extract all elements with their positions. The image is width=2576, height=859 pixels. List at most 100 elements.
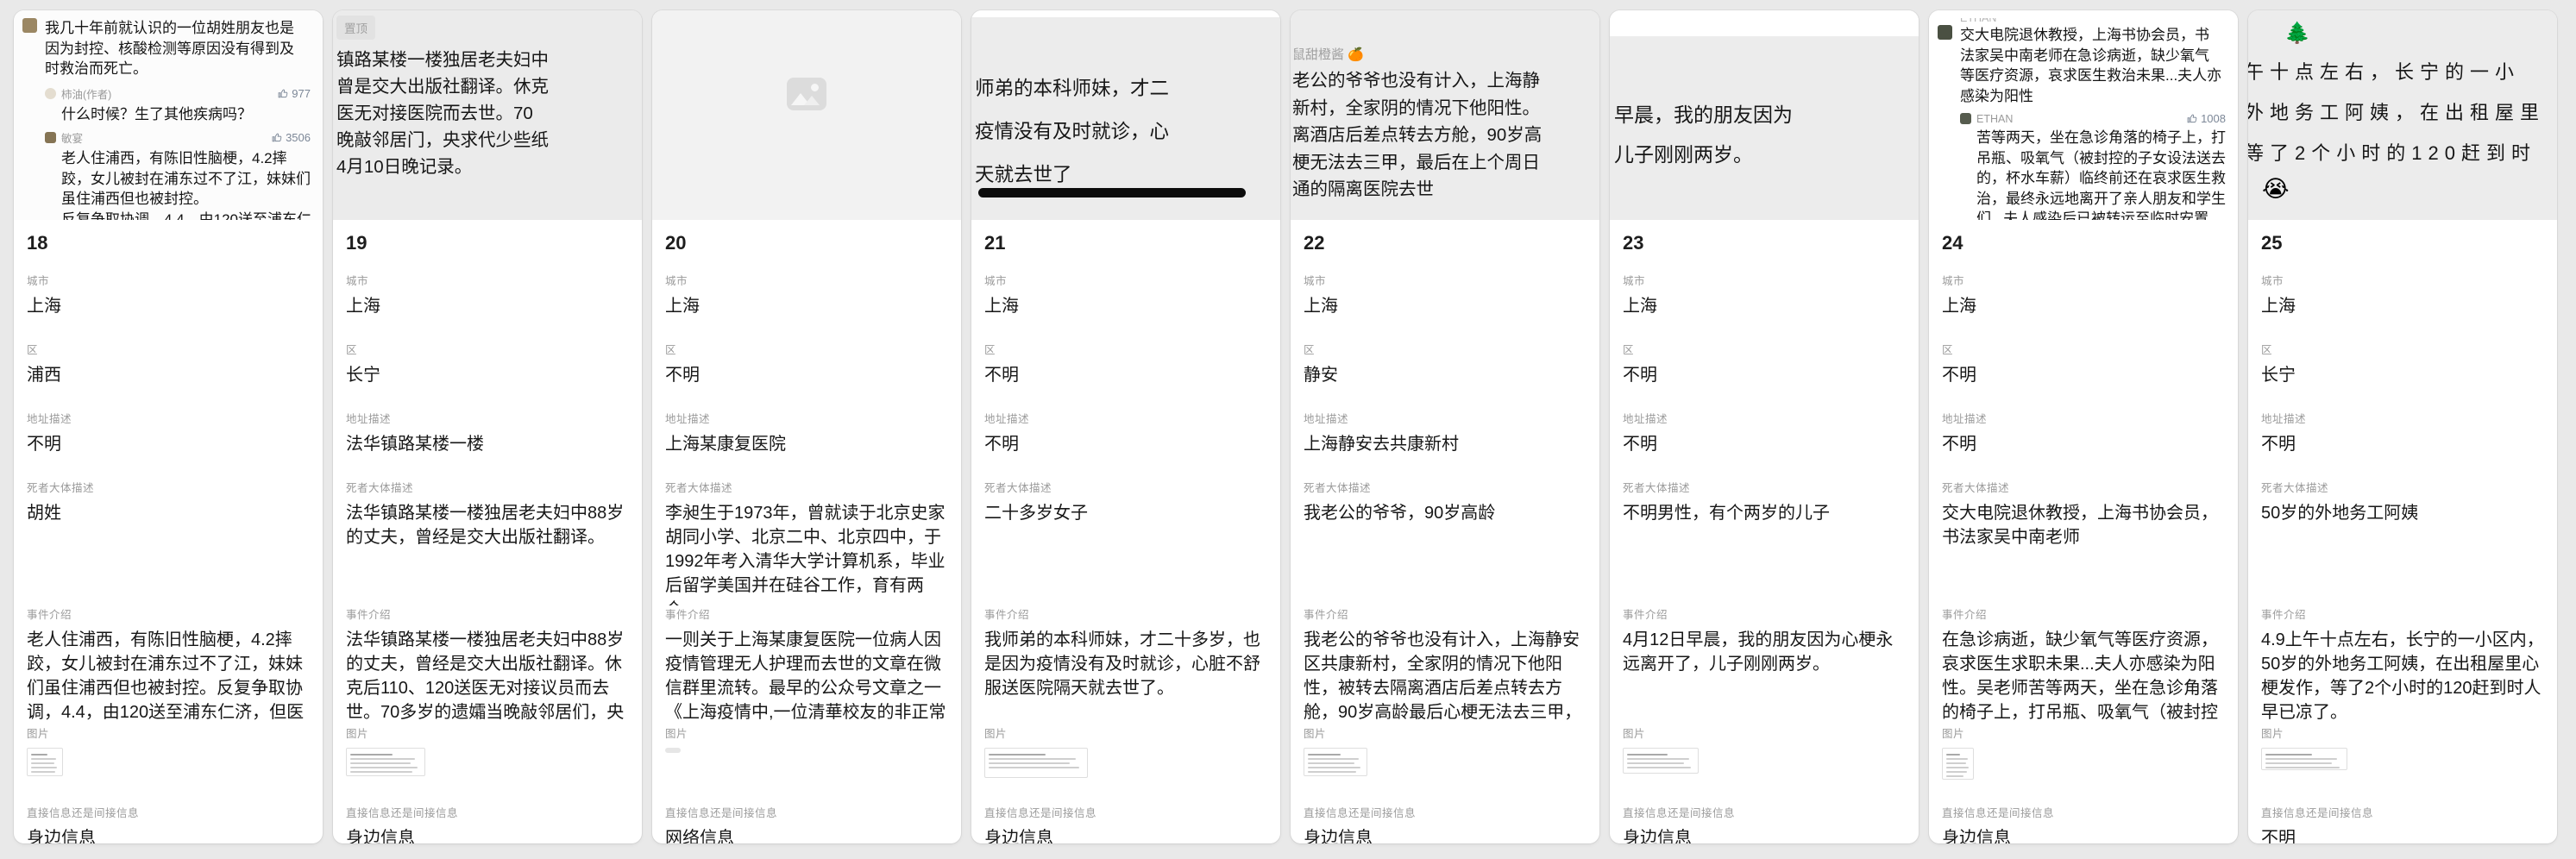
field-label-city: 城市 [1623, 272, 1906, 288]
image-thumbnail-area [1304, 748, 1586, 804]
field-value-info-type: 身边信息 [1623, 826, 1906, 843]
image-thumbnail [1623, 748, 1699, 774]
field-label-deceased: 死者大体描述 [346, 479, 629, 495]
field-label-info-type: 直接信息还是间接信息 [984, 804, 1267, 820]
field-value-event: 我师弟的本科师妹，才二十多岁，也是因为疫情没有及时就诊，心脏不舒服送医院隔天就去… [984, 628, 1267, 724]
main-comment-row: 交大电院退休教授，上海书协会员，书法家吴中南老师在急诊病逝，缺少氧气等医疗资源，… [1938, 25, 2229, 106]
field-value-address: 上海某康复医院 [665, 432, 948, 456]
field-value-city: 上海 [984, 294, 1267, 318]
card-body: 24 城市 上海 区 不明 地址描述 不明 死者大体描述 交大电院退休教授，上海… [1929, 220, 2238, 843]
field-value-deceased: 我老公的爷爷，90岁高龄 [1304, 501, 1586, 605]
field-label-district: 区 [1942, 341, 2225, 357]
gallery-card-24[interactable]: ETHAN交大电院退休教授，上海书协会员，书法家吴中南老师在急诊病逝，缺少氧气等… [1929, 10, 2238, 843]
cut-off-commenter-name: ETHAN [1960, 18, 2229, 25]
field-label-address: 地址描述 [2261, 410, 2544, 426]
gallery-card-20[interactable]: 20 城市 上海 区 不明 地址描述 上海某康复医院 死者大体描述 李昶生于19… [652, 10, 961, 843]
screenshot-white-band [1610, 10, 1919, 36]
field-label-image: 图片 [346, 724, 629, 741]
gallery-card-21[interactable]: 师弟的本科师妹，才二 疫情没有及时就诊，心 天就去世了 21 城市 上海 区 不… [971, 10, 1280, 843]
field-label-image: 图片 [1304, 724, 1586, 741]
broken-image-placeholder-icon [787, 78, 826, 110]
card-number: 19 [346, 232, 629, 254]
thumbs-up-like-icon [2187, 113, 2198, 124]
reply-author-name: ETHAN [1976, 113, 2182, 125]
screenshot-text: 老公的爷爷也没有计入，上海静 新村，全家阴的情况下他阳性。 离酒店后差点转去方舱… [1292, 67, 1542, 204]
field-label-district: 区 [984, 341, 1267, 357]
reply-like-count: 3506 [272, 131, 314, 144]
field-label-address: 地址描述 [346, 410, 629, 426]
field-label-deceased: 死者大体描述 [1623, 479, 1906, 495]
image-thumbnail-area [2261, 748, 2544, 804]
field-value-event: 4.9上午十点左右，长宁的一小区内，50岁的外地务工阿姨，在出租屋里心梗发作，等… [2261, 628, 2544, 724]
field-value-city: 上海 [1304, 294, 1586, 318]
thumbnail-text-line [350, 762, 411, 765]
field-label-event: 事件介绍 [665, 605, 948, 622]
reply-avatar [45, 132, 56, 143]
image-thumbnail [1942, 748, 1974, 780]
gallery-card-23[interactable]: 早晨，我的朋友因为 儿子刚刚两岁。 23 城市 上海 区 不明 地址描述 不明 … [1610, 10, 1919, 843]
thumbnail-text-line [31, 762, 54, 765]
main-comment-text: 我几十年前就认识的一位胡姓朋友也是因为封控、核酸检测等原因没有得到及时救治而死亡… [45, 18, 308, 79]
card-cover-image: 置顶镇路某楼一楼独居老夫妇中 曾是交大出版社翻译。休克 医无对接医院而去世。70… [333, 10, 642, 220]
gallery-card-22[interactable]: 鼠甜橙酱 🍊老公的爷爷也没有计入，上海静 新村，全家阴的情况下他阳性。 离酒店后… [1291, 10, 1599, 843]
image-thumbnail [1304, 748, 1367, 776]
field-label-address: 地址描述 [1623, 410, 1906, 426]
reply-author-name: 柿油(作者) [61, 85, 273, 102]
thumbnail-text-line [2265, 767, 2340, 769]
field-value-address: 不明 [984, 432, 1267, 456]
field-label-deceased: 死者大体描述 [2261, 479, 2544, 495]
card-cover-image: 早晨，我的朋友因为 儿子刚刚两岁。 [1610, 10, 1919, 220]
thumbnail-text-line [31, 754, 47, 756]
reply-author-name: 敏宴 [61, 129, 267, 146]
thumbnail-text-line [989, 754, 1046, 756]
field-value-address: 上海静安去共康新村 [1304, 432, 1586, 456]
thumbnail-text-line [1946, 771, 1967, 774]
reply-header: 柿油(作者) 977 [45, 85, 314, 102]
card-cover-image: 鼠甜橙酱 🍊老公的爷爷也没有计入，上海静 新村，全家阴的情况下他阳性。 离酒店后… [1291, 10, 1599, 220]
field-value-deceased: 李昶生于1973年，曾就读于北京史家胡同小学、北京二中、北京四中，于1992年考… [665, 501, 948, 605]
field-label-image: 图片 [665, 724, 948, 741]
field-value-info-type: 不明 [2261, 826, 2544, 843]
card-body: 23 城市 上海 区 不明 地址描述 不明 死者大体描述 不明男性，有个两岁的儿… [1610, 220, 1919, 843]
reply-like-count: 977 [278, 87, 314, 100]
field-label-city: 城市 [984, 272, 1267, 288]
image-thumbnail [27, 748, 63, 776]
card-cover-image: 我几十年前就认识的一位胡姓朋友也是因为封控、核酸检测等原因没有得到及时救治而死亡… [14, 10, 323, 220]
card-cover-image [652, 10, 961, 220]
reply-item: 敏宴3506老人住浦西，有陈旧性脑梗，4.2摔跤，女儿被封在浦东过不了江，妹妹们… [45, 129, 314, 220]
field-label-city: 城市 [665, 272, 948, 288]
gallery-card-19[interactable]: 置顶镇路某楼一楼独居老夫妇中 曾是交大出版社翻译。休克 医无对接医院而去世。70… [333, 10, 642, 843]
card-number: 23 [1623, 232, 1906, 254]
thumbs-up-like-icon [278, 88, 289, 99]
field-value-info-type: 网络信息 [665, 826, 948, 843]
thumbnail-text-line [989, 762, 1070, 765]
card-body: 19 城市 上海 区 长宁 地址描述 法华镇路某楼一楼 死者大体描述 法华镇路某… [333, 220, 642, 843]
reply-text: 苦等两天，坐在急诊角落的椅子上，打吊瓶、吸氧气（被封控的子女设法送去的，杯水车薪… [1976, 128, 2229, 220]
field-value-district: 不明 [665, 363, 948, 387]
field-value-city: 上海 [27, 294, 310, 318]
field-label-district: 区 [27, 341, 310, 357]
card-body: 22 城市 上海 区 静安 地址描述 上海静安去共康新村 死者大体描述 我老公的… [1291, 220, 1599, 843]
gallery-card-25[interactable]: 🌲午十点左右，长宁的一小 外地务工阿姨，在出租屋里 等了2个小时的120赶到时😭… [2248, 10, 2557, 843]
field-label-city: 城市 [1942, 272, 2225, 288]
image-thumbnail-area [984, 748, 1267, 804]
card-cover-image: ETHAN交大电院退休教授，上海书协会员，书法家吴中南老师在急诊病逝，缺少氧气等… [1929, 10, 2238, 220]
field-label-event: 事件介绍 [1623, 605, 1906, 622]
image-thumbnail-area [1942, 748, 2225, 804]
main-comment-row: 我几十年前就认识的一位胡姓朋友也是因为封控、核酸检测等原因没有得到及时救治而死亡… [22, 18, 314, 79]
thumbnail-text-line [2265, 762, 2332, 765]
comment-replies: 柿油(作者)977什么时候？生了其他疾病吗？敏宴3506老人住浦西，有陈旧性脑梗… [45, 85, 314, 221]
field-label-event: 事件介绍 [1304, 605, 1586, 622]
thumbnail-text-line [1308, 771, 1356, 774]
thumbnail-text-line [1946, 767, 1969, 769]
photo-icon-sun [811, 84, 819, 91]
field-label-city: 城市 [2261, 272, 2544, 288]
field-label-district: 区 [1623, 341, 1906, 357]
thumbnail-text-line [989, 758, 1076, 761]
field-label-city: 城市 [346, 272, 629, 288]
field-value-city: 上海 [346, 294, 629, 318]
photo-icon-mountain [804, 96, 820, 105]
commenter-avatar [22, 18, 37, 33]
gallery-card-18[interactable]: 我几十年前就认识的一位胡姓朋友也是因为封控、核酸检测等原因没有得到及时救治而死亡… [14, 10, 323, 843]
thumbnail-text-line [1308, 754, 1341, 756]
